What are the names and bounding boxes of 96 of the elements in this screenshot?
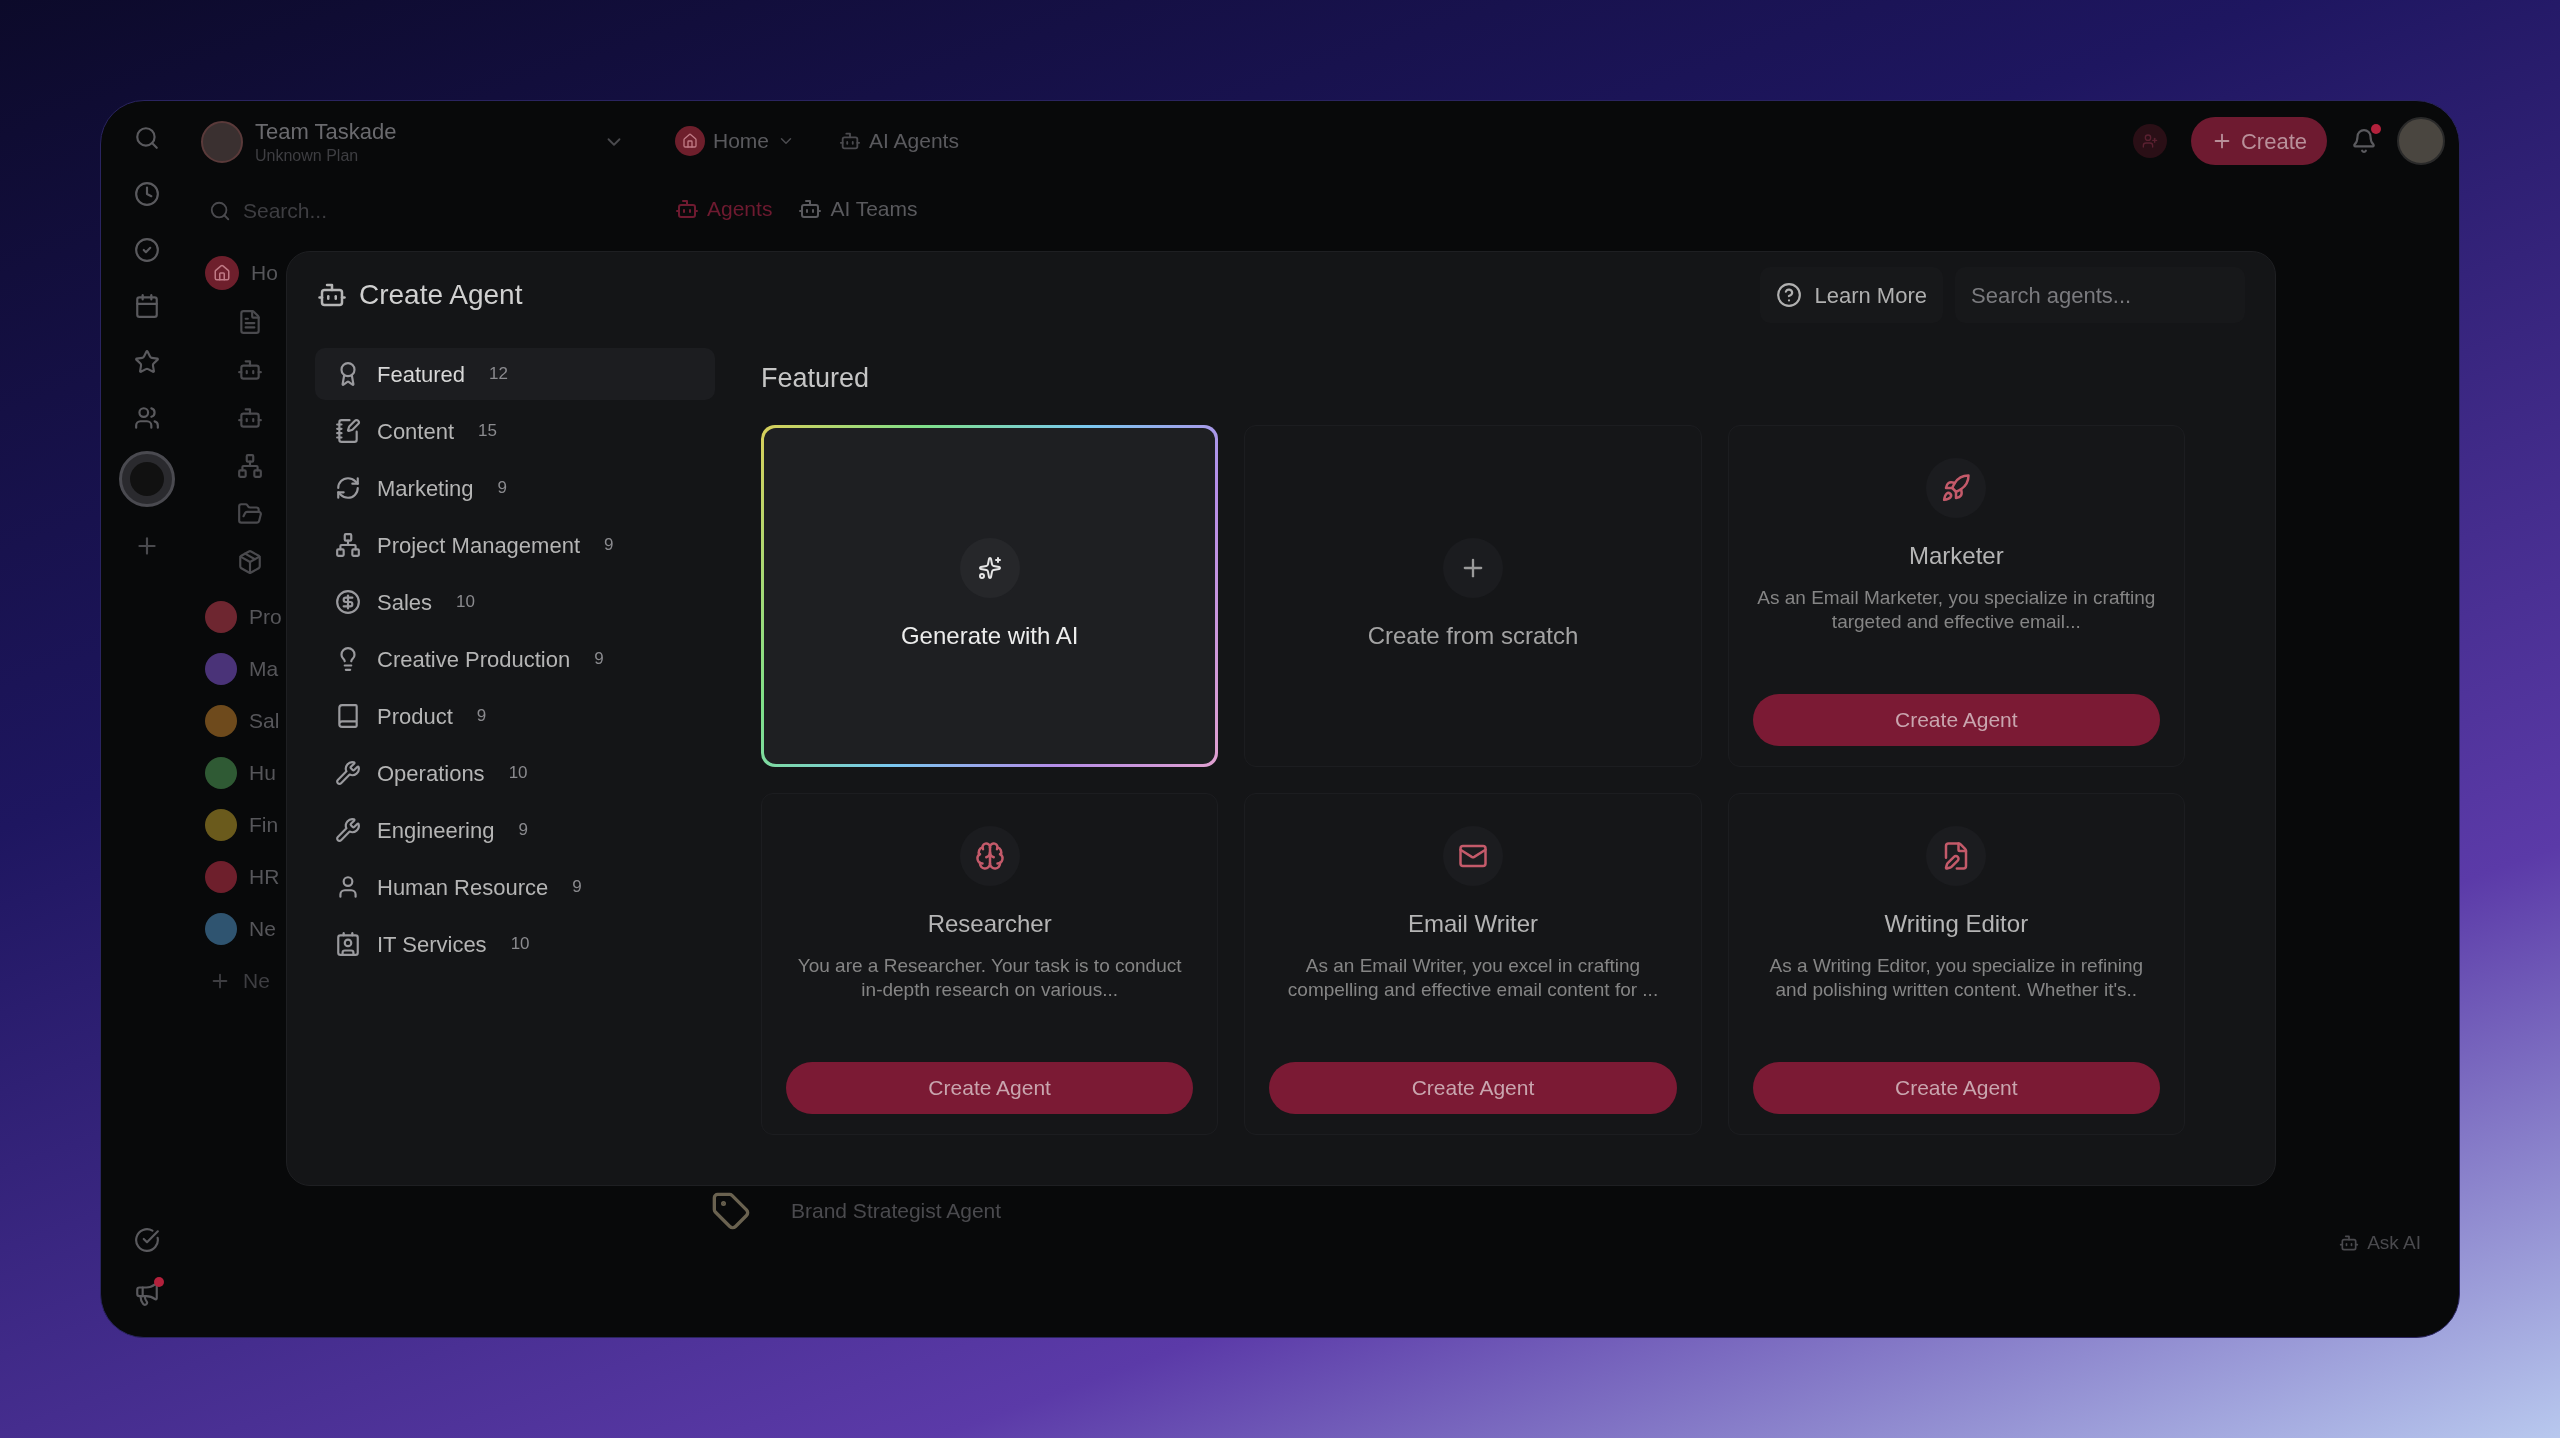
robot-icon [675, 197, 699, 221]
category-count: 12 [489, 363, 508, 386]
category-icon [335, 532, 361, 558]
category-item[interactable]: Product 9 [315, 690, 715, 742]
sidebar-item[interactable]: Pro [249, 601, 282, 633]
category-label: Human Resource [377, 873, 549, 902]
team-name: Team Taskade [255, 118, 397, 146]
agent-title: Email Writer [1407, 908, 1539, 939]
category-count: 9 [572, 876, 582, 899]
category-item[interactable]: Operations 10 [315, 747, 715, 799]
agent-description: You are a Researcher. Your task is to conduct in-depth research on various... [796, 953, 1183, 1002]
home-icon [675, 126, 705, 156]
category-label: Product [377, 702, 453, 731]
category-item[interactable]: Featured 12 [315, 348, 715, 400]
category-label: Project Management [377, 531, 580, 560]
category-count: 9 [518, 819, 528, 842]
category-icon [335, 931, 361, 957]
category-item[interactable]: Project Management 9 [315, 519, 715, 571]
home-icon [205, 256, 239, 290]
category-count: 15 [478, 420, 497, 443]
category-item[interactable]: Content 15 [315, 405, 715, 457]
team-plan: Unknown Plan [255, 145, 360, 166]
category-count: 9 [594, 648, 604, 671]
robot-icon[interactable] [237, 357, 263, 383]
category-count: 9 [476, 705, 487, 728]
sidebar-item[interactable]: HR [249, 861, 280, 893]
search-icon[interactable] [134, 125, 160, 151]
create-agent-button[interactable]: Create Agent [1269, 1061, 1677, 1114]
sidebar-item[interactable]: Ma [249, 653, 279, 685]
category-label: Creative Production [377, 645, 571, 674]
check-circle-icon[interactable] [134, 237, 160, 263]
category-label: Content [377, 417, 455, 446]
sidebar-item[interactable]: Hu [249, 757, 276, 789]
sidebar-item[interactable]: Fin [249, 809, 279, 841]
calendar-icon[interactable] [134, 293, 160, 319]
package-icon[interactable] [237, 549, 263, 575]
category-count: 10 [510, 933, 530, 956]
category-item[interactable]: Creative Production 9 [315, 633, 715, 685]
category-item[interactable]: Human Resource 9 [315, 861, 715, 913]
workspace-avatar[interactable] [119, 451, 175, 507]
category-label: Engineering [377, 816, 495, 845]
create-agent-button[interactable]: Create Agent [1752, 1061, 2160, 1114]
category-item[interactable]: Marketing 9 [315, 462, 715, 514]
user-plus-icon[interactable] [2132, 124, 2167, 158]
sidebar-item[interactable]: Ne [249, 913, 276, 945]
category-item[interactable]: Engineering 9 [315, 804, 715, 856]
agent-description: As an Email Writer, you excel in crafting compelling and effective email content for ... [1286, 953, 1660, 1002]
robot-icon [839, 130, 862, 152]
agent-description: As a Writing Editor, you specialize in refining and polishing written content. Whether it's.. [1768, 953, 2145, 1002]
user-avatar[interactable] [2397, 117, 2445, 165]
tab[interactable]: AI Teams [798, 193, 918, 225]
category-label: Marketing [377, 474, 474, 503]
section-title: Featured [761, 362, 871, 395]
category-count: 10 [456, 591, 475, 614]
create-from-scratch-card[interactable]: Create from scratch [1244, 424, 1702, 767]
category-icon [335, 418, 361, 444]
sidebar-item[interactable]: Sal [249, 705, 280, 737]
agent-title: Marketer [1909, 540, 2004, 571]
create-button[interactable]: Create [2190, 117, 2327, 165]
dialog-title: Create Agent [359, 278, 523, 312]
category-icon [335, 475, 361, 501]
category-item[interactable]: IT Services 10 [315, 918, 715, 970]
category-count: 9 [604, 534, 614, 557]
create-agent-button[interactable]: Create Agent [1752, 693, 2160, 746]
clock-icon[interactable] [134, 181, 160, 207]
robot-icon[interactable] [237, 405, 263, 431]
category-label: Sales [377, 588, 433, 617]
create-agent-button[interactable]: Create Agent [786, 1061, 1194, 1114]
category-icon [335, 589, 361, 615]
folder-icon[interactable] [237, 501, 263, 527]
category-count: 9 [497, 477, 508, 500]
category-icon [335, 760, 361, 786]
agent-description: As an Email Marketer, you specialize in crafting targeted and effective email... [1756, 585, 2157, 634]
flowchart-icon[interactable] [237, 453, 263, 479]
users-icon[interactable] [134, 405, 160, 431]
ai-agents-breadcrumb[interactable]: AI Agents [839, 125, 959, 157]
sidebar-item[interactable]: Ho [251, 257, 278, 289]
tag-icon [711, 1190, 751, 1231]
agent-title: Writing Editor [1884, 908, 2029, 939]
category-count: 10 [508, 762, 528, 785]
help-icon [1776, 282, 1803, 308]
robot-icon [798, 197, 823, 221]
document-icon[interactable] [237, 309, 263, 335]
category-label: Operations [377, 759, 485, 788]
star-icon[interactable] [134, 349, 160, 375]
category-icon [335, 817, 361, 843]
team-avatar[interactable] [201, 121, 243, 163]
category-item[interactable]: Sales 10 [315, 576, 715, 628]
category-label: Featured [377, 360, 466, 389]
generate-with-ai-card[interactable]: Generate with AI [764, 427, 1216, 764]
search-icon [209, 200, 231, 222]
category-label: IT Services [377, 930, 487, 959]
agent-title: Researcher [927, 908, 1052, 939]
check-circle-icon[interactable] [134, 1227, 160, 1253]
category-icon [335, 703, 361, 729]
home-breadcrumb[interactable]: Home [675, 125, 796, 157]
